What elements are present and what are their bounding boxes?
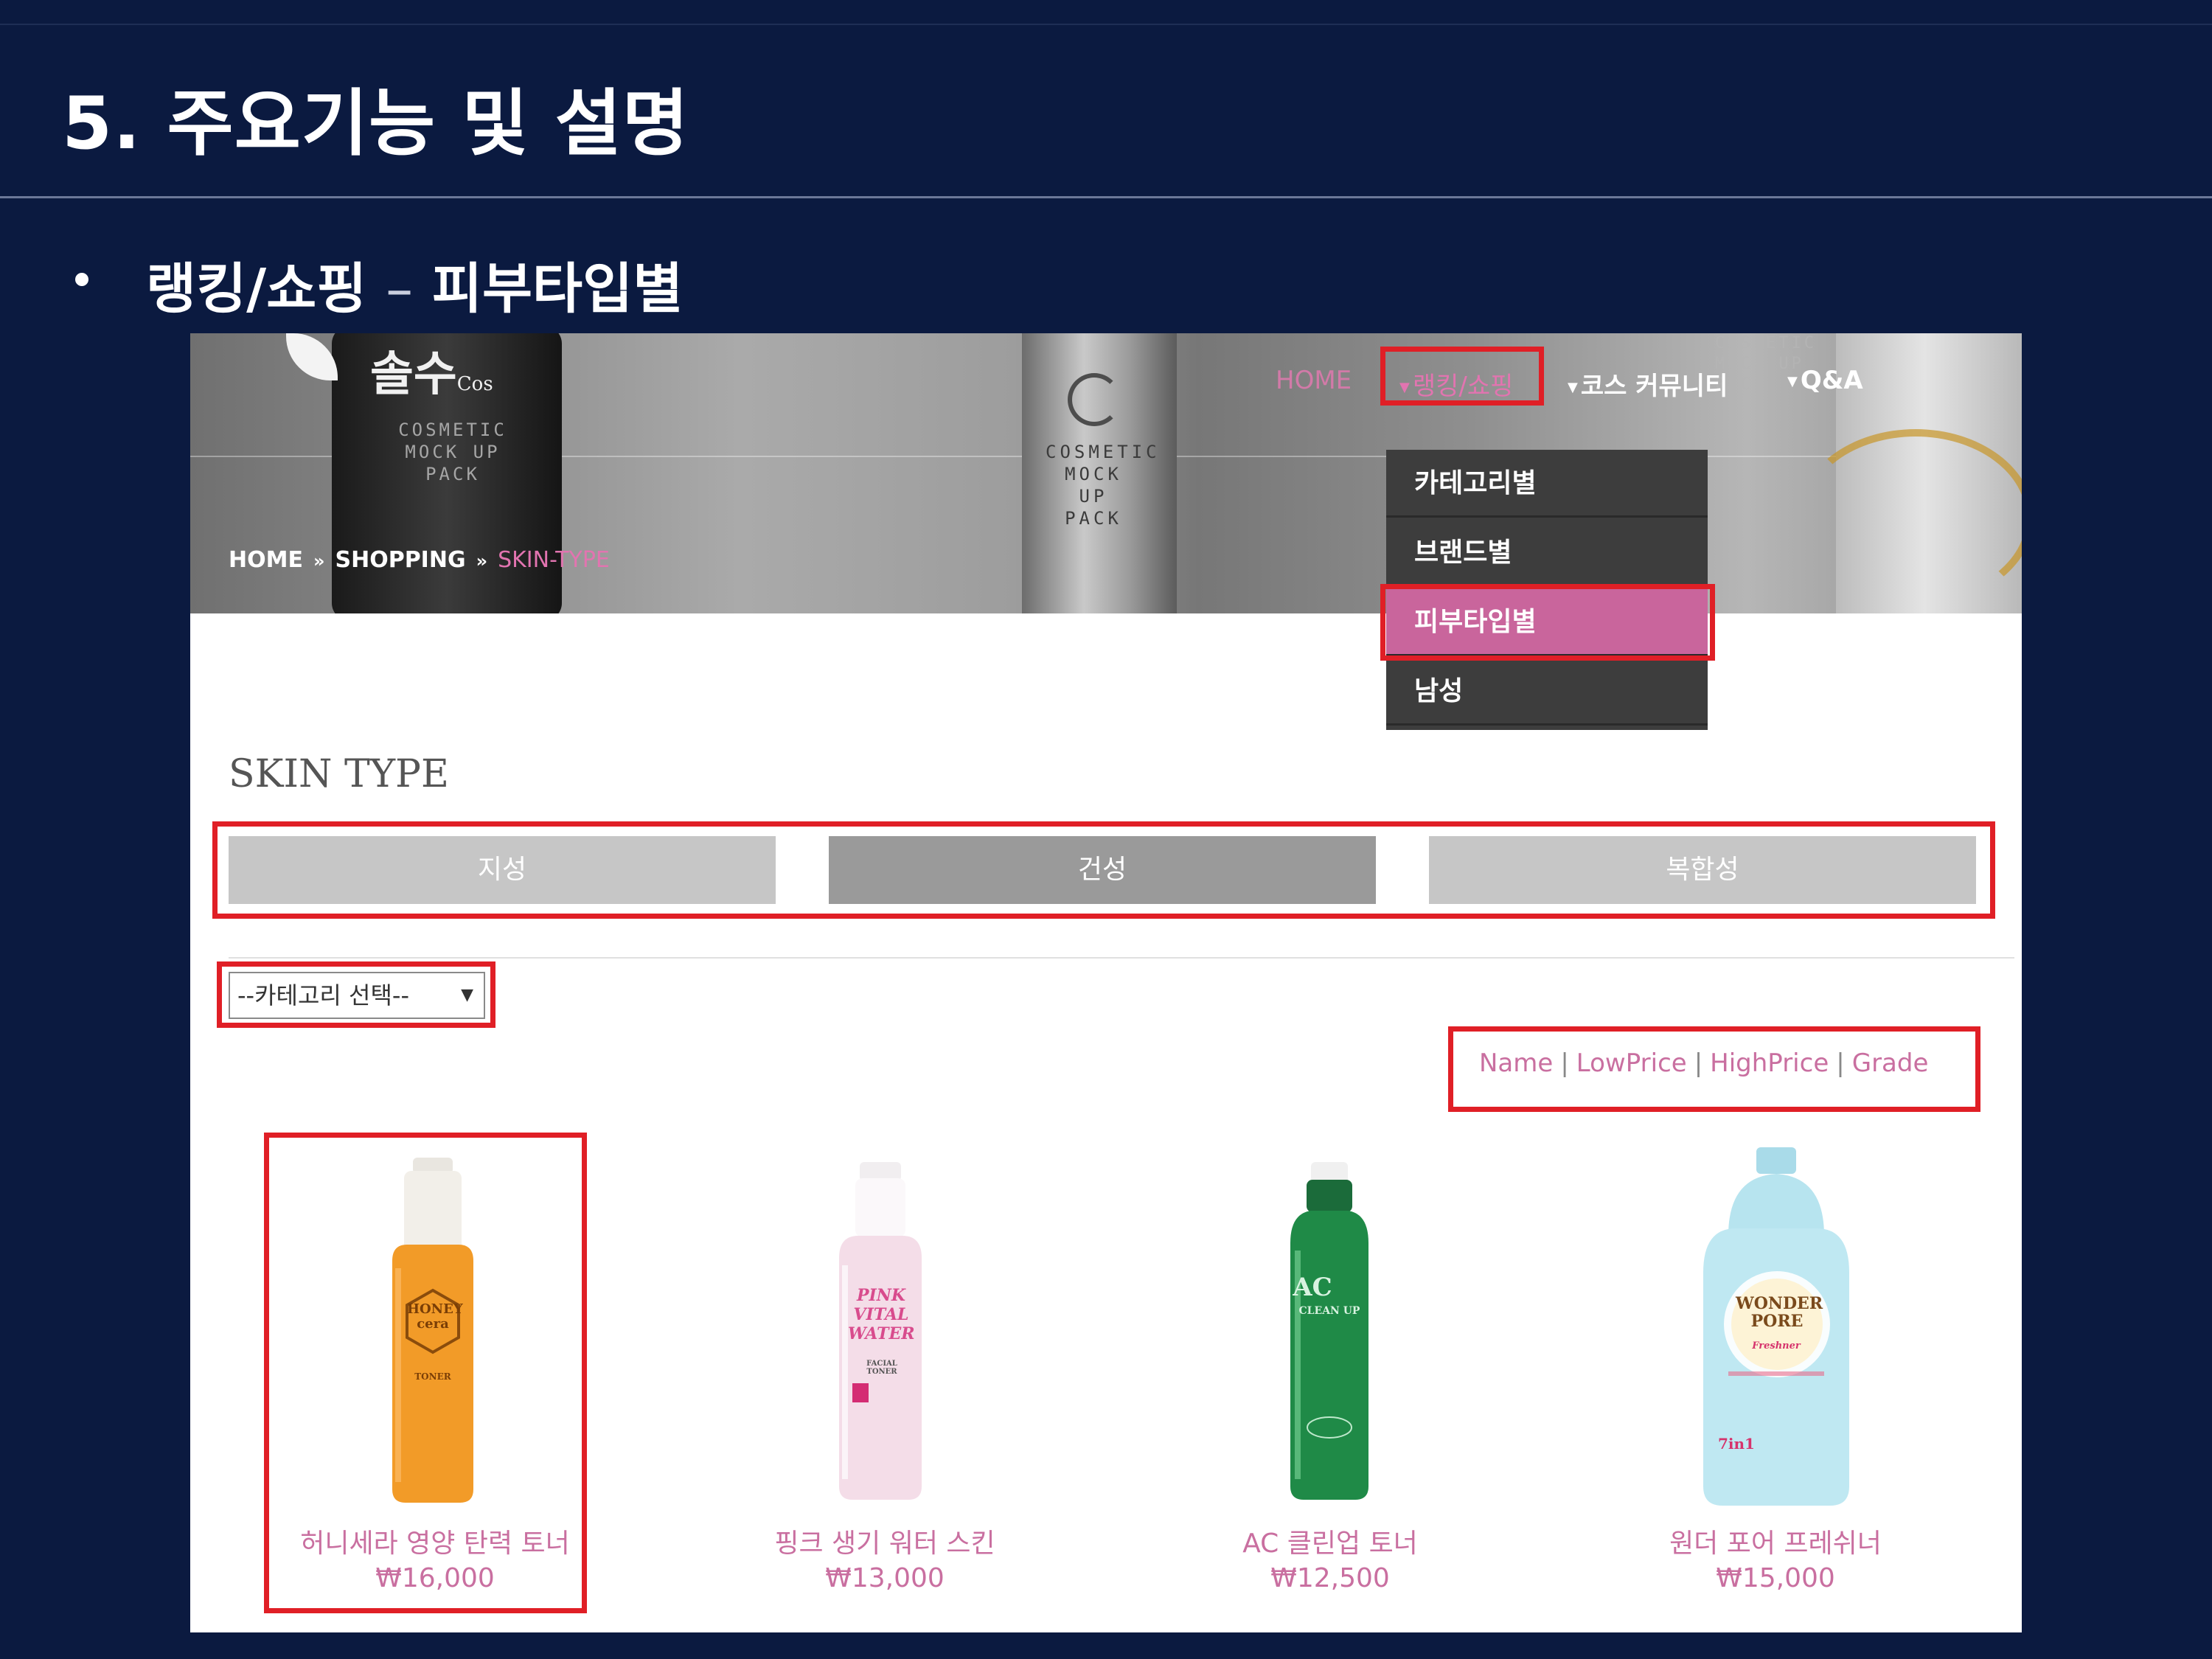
slide-title: 5. 주요기능 및 설명 — [62, 82, 689, 166]
highlight-category-select — [217, 961, 495, 1028]
breadcrumb-home[interactable]: HOME — [229, 547, 303, 573]
hero-banner: 솔수Cos COSMETIC MOCK UP PACK COSMETIC MOC… — [190, 333, 2022, 613]
bullet-icon — [75, 273, 88, 286]
c-logo-icon — [1068, 373, 1121, 426]
product-price: ₩15,000 — [1716, 1563, 1835, 1593]
product-label-wonderpore: WONDER PORE — [1736, 1294, 1823, 1331]
product-image-accleanup[interactable]: AC CLEAN UP — [1281, 1162, 1377, 1501]
caret-down-icon: ▼ — [1787, 374, 1798, 389]
breadcrumb-current: SKIN-TYPE — [498, 547, 610, 573]
breadcrumb-separator: » — [313, 551, 325, 571]
dropdown-item-men[interactable]: 남성 — [1386, 658, 1708, 726]
section-title: SKIN TYPE — [229, 752, 449, 796]
subtitle-main: 랭킹/쇼핑 — [146, 257, 367, 321]
slide-subtitle: 랭킹/쇼핑 – 피부타입별 — [146, 245, 683, 324]
subtitle-dash: – — [386, 257, 414, 321]
caret-down-icon: ▼ — [1568, 380, 1578, 395]
bottle-label-left: COSMETIC MOCK UP PACK — [398, 420, 507, 484]
product-price: ₩13,000 — [825, 1563, 945, 1593]
slide-top-line — [0, 24, 2212, 25]
product-name[interactable]: AC 클린업 토너 — [1146, 1522, 1514, 1560]
product-sublabel-wonderpore: Freshner — [1752, 1340, 1801, 1352]
product-sublabel-pinkvital: FACIAL TONER — [866, 1360, 897, 1376]
breadcrumb-shopping[interactable]: SHOPPING — [335, 547, 465, 573]
bottle-label-middle: COSMETIC MOCK UP PACK — [1046, 442, 1161, 529]
nav-home[interactable]: HOME — [1276, 366, 1352, 395]
breadcrumb: HOME » SHOPPING » SKIN-TYPE — [229, 547, 610, 573]
nav-qa[interactable]: ▼ Q&A — [1787, 366, 1863, 395]
product-name[interactable]: 원더 포어 프레쉬너 — [1591, 1522, 1960, 1560]
product-image-wonderpore[interactable]: WONDER PORE Freshner 7in1 — [1699, 1147, 1854, 1509]
highlight-dropdown-skintype — [1380, 584, 1715, 661]
product-label-accleanup: AC — [1293, 1273, 1332, 1302]
nav-community[interactable]: ▼ 코스 커뮤니티 — [1568, 366, 1728, 402]
highlight-skin-tabs — [212, 821, 1995, 919]
product-label-pinkvital: PINK VITAL WATER — [848, 1286, 915, 1343]
highlight-product-1 — [264, 1133, 587, 1613]
swirl-decoration — [1798, 429, 2022, 606]
brand-logo: 솔수Cos — [370, 347, 493, 402]
dropdown-item-brand[interactable]: 브랜드별 — [1386, 519, 1708, 587]
product-name[interactable]: 핑크 생기 워터 스킨 — [700, 1522, 1069, 1560]
content-divider — [229, 957, 2014, 959]
highlight-nav-ranking — [1380, 347, 1544, 406]
subtitle-tail: 피부타입별 — [431, 257, 684, 321]
highlight-sort-links — [1448, 1026, 1980, 1112]
product-badge-wonderpore: 7in1 — [1718, 1435, 1755, 1453]
product-image-pinkvital[interactable]: PINK VITAL WATER FACIAL TONER — [829, 1162, 932, 1501]
slide-divider — [0, 196, 2212, 198]
website-screenshot: 솔수Cos COSMETIC MOCK UP PACK COSMETIC MOC… — [190, 333, 2022, 1635]
slide-bottom-strip — [0, 1632, 2212, 1659]
leaf-icon — [286, 333, 338, 380]
breadcrumb-separator: » — [476, 551, 488, 571]
dropdown-item-category[interactable]: 카테고리별 — [1386, 450, 1708, 518]
product-sublabel-accleanup: CLEAN UP — [1298, 1305, 1360, 1317]
product-price: ₩12,500 — [1270, 1563, 1390, 1593]
